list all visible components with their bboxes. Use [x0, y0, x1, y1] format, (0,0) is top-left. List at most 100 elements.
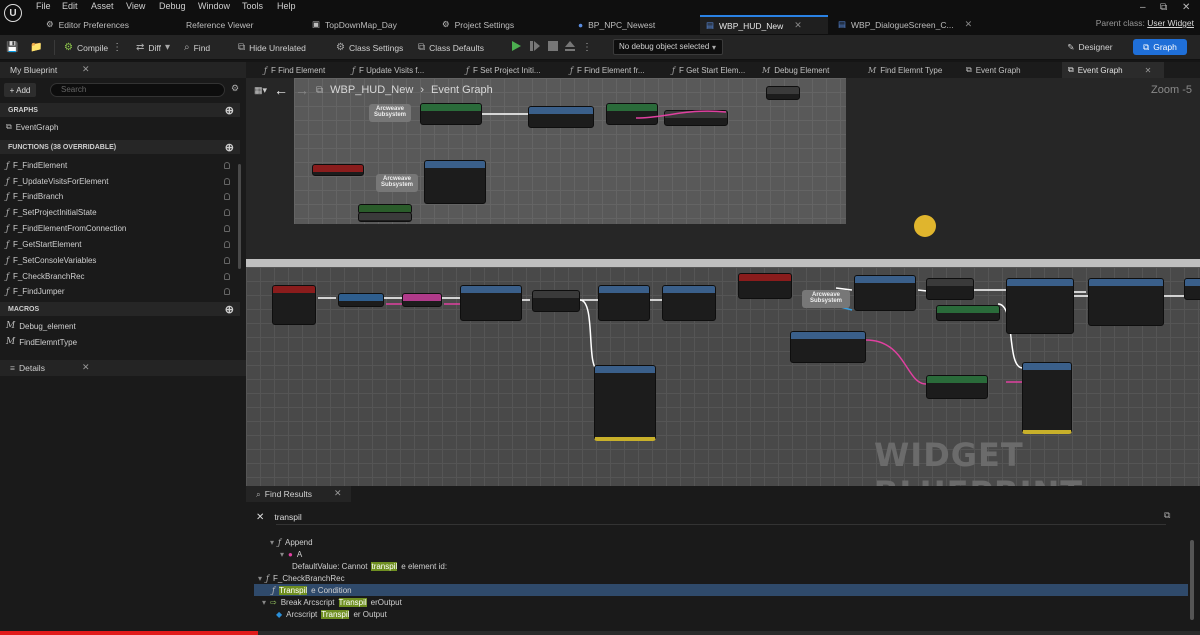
eject-icon[interactable] [564, 40, 576, 52]
macro-item[interactable]: M Debug_element [6, 319, 76, 333]
bookmark-icon[interactable]: ▦▾ [254, 85, 267, 96]
function-item[interactable]: ƒ F_FindJumper [6, 284, 65, 298]
graph-tab[interactable]: M Debug Element [756, 62, 835, 78]
close-tab-icon[interactable]: ✕ [794, 20, 802, 31]
tab-editor-preferences[interactable]: ⚙ Editor Preferences [40, 15, 135, 34]
function-item[interactable]: ƒ F_FindBranch [6, 189, 63, 203]
result-row[interactable]: ▾ ● A [280, 548, 302, 560]
menu-view[interactable]: View [126, 1, 145, 11]
graph-tab-active[interactable]: ⧉ Event Graph ✕ [1062, 62, 1164, 78]
append-node[interactable] [926, 375, 988, 399]
clear-search-icon[interactable]: ✕ [256, 512, 264, 523]
stop-icon[interactable] [547, 40, 559, 52]
result-row[interactable]: ▾ ƒ Append [270, 536, 313, 548]
add-function-icon[interactable]: ⊕ [225, 141, 234, 154]
close-tab-icon[interactable]: ✕ [1145, 66, 1152, 75]
close-tab-icon[interactable]: ✕ [965, 19, 973, 30]
close-window-icon[interactable]: ✕ [1182, 2, 1190, 13]
tab-project-settings[interactable]: ⚙ Project Settings [436, 15, 520, 34]
result-row[interactable]: ◆ Arcscript Transpil er Output [276, 608, 387, 620]
function-call-node[interactable] [460, 285, 522, 321]
minimize-icon[interactable]: – [1140, 2, 1146, 13]
class-settings-button[interactable]: ⚙ Class Settings [336, 40, 403, 55]
result-row[interactable]: ▾ ƒ F_CheckBranchRec [258, 572, 345, 584]
close-panel-icon[interactable]: ✕ [82, 64, 90, 75]
class-defaults-button[interactable]: ⧉ Class Defaults [418, 40, 484, 55]
graph-tab[interactable]: ƒF Find Element fr... [564, 62, 651, 78]
function-item[interactable]: ƒ F_FindElement [6, 158, 67, 172]
restore-icon[interactable]: ⧉ [1160, 2, 1167, 13]
function-item[interactable]: ƒ F_SetConsoleVariables [6, 253, 96, 267]
tab-wbp-hud-new[interactable]: ▤ WBP_HUD_New ✕ [700, 15, 828, 34]
close-panel-icon[interactable]: ✕ [82, 362, 90, 373]
graph-tab[interactable]: M Find Elemnt Type [862, 62, 948, 78]
graph-tab[interactable]: ƒF Update Visits f... [346, 62, 430, 78]
graph-canvas[interactable]: ▦▾ ← → ⧉ WBP_HUD_New › Event Graph Zoom … [246, 78, 1200, 486]
find-button[interactable]: ⌕ Find [184, 40, 210, 55]
menu-tools[interactable]: Tools [242, 1, 263, 11]
menu-window[interactable]: Window [198, 1, 230, 11]
function-call-node[interactable] [662, 285, 716, 321]
menu-debug[interactable]: Debug [159, 1, 186, 11]
hide-unrelated-button[interactable]: ⧉ Hide Unrelated [238, 40, 306, 55]
tab-wbp-dialoguescreen[interactable]: ▤ WBP_DialogueScreen_C... ✕ [832, 15, 978, 34]
set-node[interactable] [338, 293, 384, 307]
function-item[interactable]: ƒ F_SetProjectInitialState [6, 205, 97, 219]
forward-arrow-icon[interactable]: → [295, 82, 309, 98]
results-scrollbar[interactable] [1190, 540, 1194, 620]
print-string-node[interactable] [1022, 362, 1072, 434]
subsystem-node[interactable]: Arcweave Subsystem [802, 290, 850, 308]
menu-help[interactable]: Help [277, 1, 296, 11]
designer-button[interactable]: ✎ Designer [1059, 39, 1121, 55]
save-icon[interactable]: 💾 [6, 40, 18, 55]
function-item[interactable]: ƒ F_FindElementFromConnection [6, 221, 126, 235]
play-icon[interactable] [510, 40, 522, 52]
branch-node[interactable] [532, 290, 580, 312]
result-row[interactable]: DefaultValue: Cannot transpil e element i… [292, 560, 447, 572]
menu-asset[interactable]: Asset [91, 1, 114, 11]
add-graph-icon[interactable]: ⊕ [225, 104, 234, 117]
graph-tab[interactable]: ƒF Find Element [258, 62, 331, 78]
graph-tab[interactable]: ƒF Get Start Elem... [666, 62, 751, 78]
browse-icon[interactable]: 📁 [30, 40, 42, 55]
event-node[interactable] [738, 273, 792, 299]
function-call-node[interactable] [598, 285, 650, 321]
add-button[interactable]: + Add [4, 83, 36, 97]
graph-tab[interactable]: ƒF Set Project Initi... [460, 62, 547, 78]
blueprint-node[interactable] [936, 305, 1000, 321]
diff-button[interactable]: ⇄ Diff ▾ [136, 40, 170, 55]
compile-button[interactable]: ⚙ Compile ⋮ [64, 40, 122, 55]
macro-item[interactable]: M FindElemntType [6, 335, 77, 349]
panel-scrollbar[interactable] [238, 164, 241, 269]
function-item[interactable]: ƒ F_CheckBranchRec [6, 269, 85, 283]
settings-gear-icon[interactable]: ⚙ [231, 83, 239, 94]
set-node[interactable] [402, 293, 442, 307]
tab-topdownmap-day[interactable]: ▣ TopDownMap_Day [306, 15, 403, 34]
functions-section[interactable]: FUNCTIONS (38 OVERRIDABLE) ⊕ [0, 140, 240, 154]
function-item[interactable]: ƒ F_GetStartElement [6, 237, 81, 251]
result-row-selected[interactable]: ƒ Transpil e Condition [272, 584, 352, 596]
graph-item-eventgraph[interactable]: ⧉ EventGraph [6, 120, 58, 134]
function-call-node[interactable] [1088, 278, 1164, 326]
more-icon[interactable]: ⋮ [582, 40, 592, 55]
tab-bp-npc-newest[interactable]: ● BP_NPC_Newest [572, 15, 661, 34]
tab-reference-viewer[interactable]: Reference Viewer [180, 15, 259, 34]
breadcrumb-blueprint[interactable]: WBP_HUD_New [330, 84, 413, 96]
menu-edit[interactable]: Edit [62, 1, 78, 11]
debug-object-select[interactable]: No debug object selected [613, 39, 723, 55]
graph-tab[interactable]: ⧉ Event Graph [960, 62, 1027, 78]
add-macro-icon[interactable]: ⊕ [225, 303, 234, 316]
breadcrumb-graph[interactable]: Event Graph [431, 84, 493, 96]
parent-class-link[interactable]: User Widget [1147, 18, 1194, 28]
step-icon[interactable] [529, 40, 541, 52]
graph-button[interactable]: ⧉ Graph [1133, 39, 1187, 55]
event-node[interactable] [272, 285, 316, 325]
function-call-node[interactable] [1006, 278, 1074, 334]
print-string-node[interactable] [594, 365, 656, 441]
graphs-section[interactable]: GRAPHS ⊕ [0, 103, 240, 117]
find-options-icon[interactable]: ⧉ [1164, 510, 1170, 521]
blueprint-node[interactable] [1184, 278, 1200, 300]
blueprint-node[interactable] [790, 331, 866, 363]
find-search-input[interactable]: transpil [274, 512, 301, 522]
macros-section[interactable]: MACROS ⊕ [0, 302, 240, 316]
